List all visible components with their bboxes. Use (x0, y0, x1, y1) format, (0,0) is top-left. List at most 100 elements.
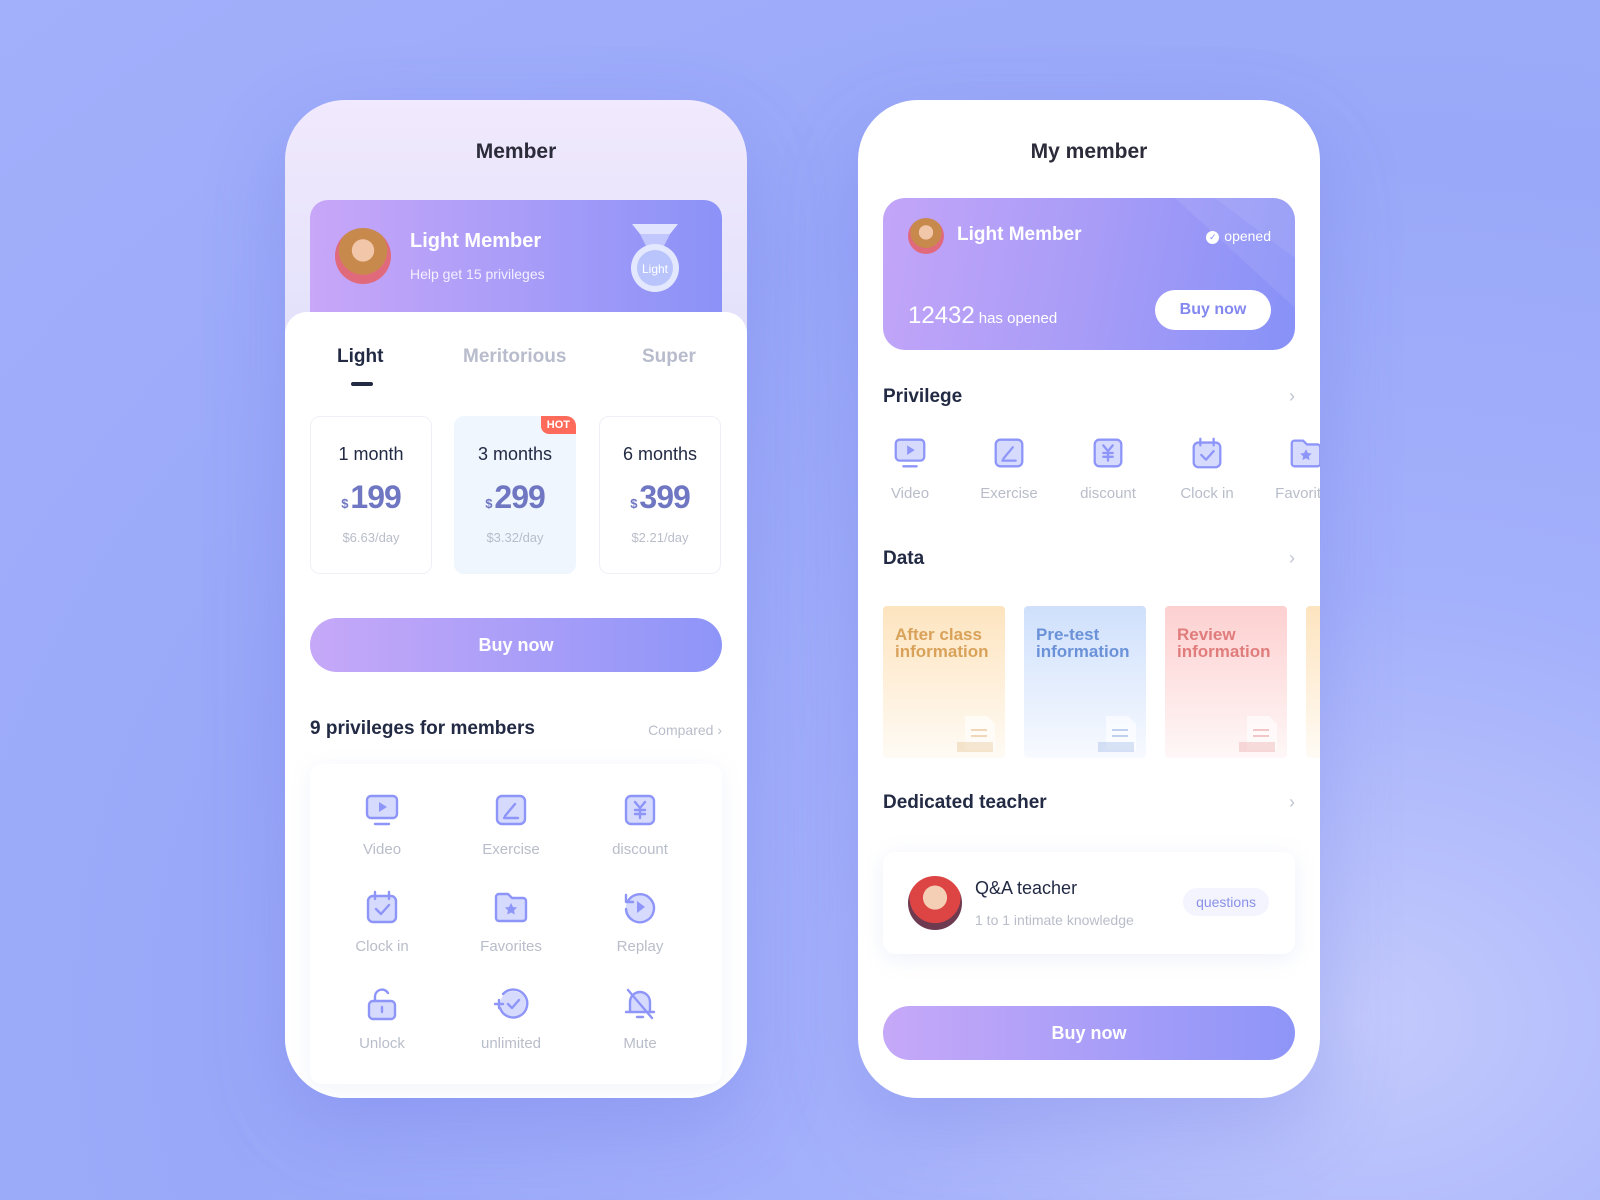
data-card-title: Pre-test (1036, 625, 1100, 644)
privilege-label: discount (612, 841, 668, 858)
teacher-avatar (908, 876, 962, 930)
tab-meritorious[interactable]: Meritorious (463, 346, 566, 368)
video-icon (365, 794, 399, 826)
plan-per-day: $2.21/day (631, 530, 689, 545)
privilege-label: Favorites (1275, 485, 1320, 502)
privilege-label: Video (362, 841, 402, 858)
buy-now-button[interactable]: Buy now (883, 1006, 1295, 1060)
member-screen: Member Light Member Help get 15 privileg… (285, 100, 747, 1098)
chevron-right-icon[interactable]: › (1289, 548, 1295, 569)
data-card[interactable] (1306, 606, 1320, 758)
data-card-subtitle: information (1036, 642, 1130, 661)
privilege-item[interactable]: Replay (580, 887, 700, 955)
status-badge: ✓ opened (1206, 228, 1271, 244)
privilege-item[interactable]: Video (322, 790, 442, 858)
privileges-grid: Video Exercise discount Clock in Favorites Re… (310, 764, 722, 1084)
privilege-label: Mute (623, 1035, 657, 1052)
privilege-label: Clock in (1180, 485, 1234, 502)
member-card: Light Member Help get 15 privileges Ligh… (310, 200, 722, 330)
privilege-label: Exercise (980, 485, 1038, 502)
plan-card-3-months[interactable]: HOT 3 months $299 $3.32/day (454, 416, 576, 574)
avatar (908, 218, 944, 254)
replay-icon (624, 893, 656, 924)
check-icon: ✓ (1206, 231, 1220, 244)
privilege-label: Favorites (480, 938, 542, 955)
chevron-right-icon: › (717, 722, 722, 738)
data-title: Data (883, 548, 925, 569)
teacher-name: Q&A teacher (975, 878, 1078, 898)
plan-price: $399 (630, 479, 691, 515)
buy-now-button[interactable]: Buy now (310, 618, 722, 672)
privilege-item[interactable]: Favorites (451, 887, 571, 955)
plans-panel: Light Meritorious Super 1 month $199 $6.… (285, 312, 747, 1098)
document-icon (957, 716, 995, 752)
hot-badge: HOT (540, 416, 576, 434)
favorites-icon (494, 892, 528, 923)
mute-icon (624, 988, 656, 1020)
plan-duration: 6 months (622, 444, 698, 464)
compared-link[interactable]: Compared › (648, 722, 722, 738)
page-title: Member (475, 140, 557, 163)
privilege-item[interactable]: Clock in (1167, 434, 1247, 502)
my-member-screen: My member Light Member ✓ opened 12432 has … (858, 100, 1320, 1098)
data-cards: After class information Pre-test informatio… (883, 606, 1320, 758)
privilege-item[interactable]: Video (883, 434, 950, 502)
privilege-label: Video (890, 485, 930, 502)
discount-icon (624, 794, 656, 826)
privilege-item[interactable]: discount (1068, 434, 1148, 502)
teacher-subtitle: 1 to 1 intimate knowledge (975, 912, 1134, 928)
document-icon (1239, 716, 1277, 752)
tier-tabs: Light Meritorious Super (285, 346, 747, 396)
plan-card-1-month[interactable]: 1 month $199 $6.63/day (310, 416, 432, 574)
avatar (335, 228, 391, 284)
video-icon (894, 438, 926, 468)
plan-price: $199 (341, 479, 402, 515)
medal-icon: Light (631, 224, 679, 292)
data-card[interactable]: After class information (883, 606, 1005, 758)
plan-card-6-months[interactable]: 6 months $399 $2.21/day (599, 416, 721, 574)
privilege-label: Replay (616, 938, 664, 955)
questions-button[interactable]: questions (1183, 888, 1269, 916)
plan-duration: 3 months (477, 444, 553, 464)
privilege-title: Privilege (883, 386, 963, 407)
privilege-item[interactable]: Mute (580, 984, 700, 1052)
teacher-title: Dedicated teacher (883, 792, 1047, 813)
plan-per-day: $6.63/day (342, 530, 400, 545)
unlock-icon (367, 988, 397, 1021)
teacher-card[interactable]: Q&A teacher 1 to 1 intimate knowledge qu… (883, 852, 1295, 954)
discount-icon (1093, 438, 1123, 468)
chevron-right-icon[interactable]: › (1289, 386, 1295, 407)
document-icon (1098, 716, 1136, 752)
privilege-item[interactable]: unlimited (451, 984, 571, 1052)
privileges-title: 9 privileges for members (310, 718, 535, 739)
page-title: My member (1030, 140, 1148, 163)
tab-light[interactable]: Light (337, 346, 383, 368)
data-card-subtitle: information (895, 642, 989, 661)
favorites-icon (1290, 439, 1320, 468)
member-name: Light Member (957, 224, 1082, 245)
data-card[interactable]: Review information (1165, 606, 1287, 758)
privilege-item[interactable]: Unlock (322, 984, 442, 1052)
privilege-label: unlimited (480, 1035, 542, 1052)
data-card-subtitle: information (1177, 642, 1271, 661)
data-card[interactable]: Pre-test information (1024, 606, 1146, 758)
privilege-row: Video Exercise discount Clock in Favorites (883, 434, 1320, 514)
privilege-item[interactable]: discount (580, 790, 700, 858)
privilege-item[interactable]: Favorites (1266, 434, 1320, 502)
privilege-item[interactable]: Clock in (322, 887, 442, 955)
tab-super[interactable]: Super (642, 346, 696, 368)
buy-now-button[interactable]: Buy now (1155, 290, 1271, 330)
privilege-item[interactable]: Exercise (451, 790, 571, 858)
opened-count: 12432 has opened (908, 302, 1058, 329)
unlimited-icon (493, 988, 529, 1019)
exercise-icon (495, 794, 527, 826)
privilege-item[interactable]: Exercise (969, 434, 1049, 502)
chevron-right-icon[interactable]: › (1289, 792, 1295, 813)
plan-duration: 1 month (338, 444, 404, 464)
data-card-title: After class (895, 625, 982, 644)
member-subtitle: Help get 15 privileges (410, 266, 545, 282)
membership-card: Light Member ✓ opened 12432 has opened Buy… (883, 198, 1295, 350)
data-card-title: Review (1177, 625, 1236, 644)
plan-price: $299 (485, 479, 546, 515)
privilege-label: Exercise (482, 841, 540, 858)
